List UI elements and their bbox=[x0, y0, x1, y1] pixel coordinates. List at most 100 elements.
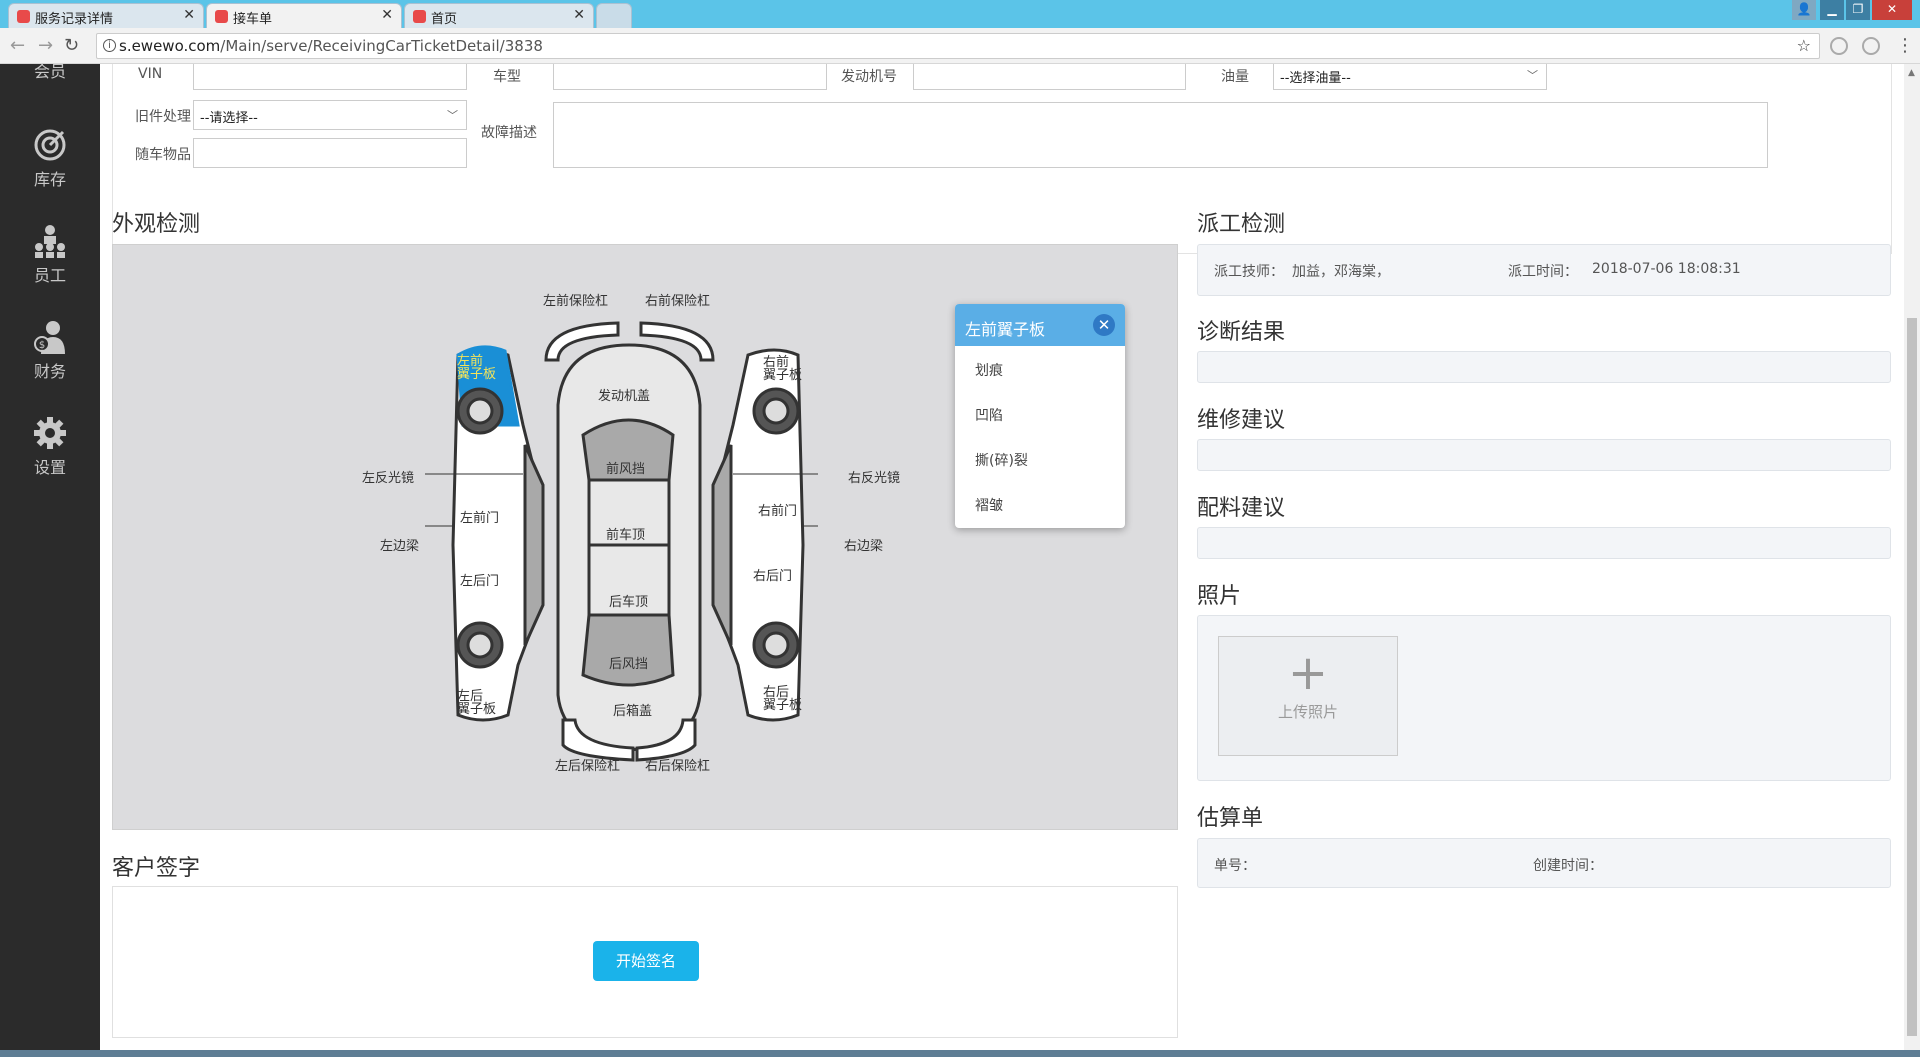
label-rear-roof[interactable]: 后车顶 bbox=[609, 591, 648, 610]
damage-option-scratch[interactable]: 划痕 bbox=[955, 346, 1125, 391]
fault-description-textarea[interactable] bbox=[553, 102, 1768, 168]
damage-option-wrinkle[interactable]: 褶皱 bbox=[955, 481, 1125, 526]
user-profile-icon[interactable]: 👤 bbox=[1792, 0, 1816, 20]
scroll-up-icon[interactable]: ▲ bbox=[1908, 68, 1915, 78]
tab-close-icon[interactable]: ✕ bbox=[183, 7, 195, 23]
svg-text:$: $ bbox=[39, 340, 45, 351]
tab-close-icon[interactable]: ✕ bbox=[573, 7, 585, 23]
close-window-button[interactable]: ✕ bbox=[1872, 0, 1912, 20]
site-favicon-icon bbox=[17, 10, 30, 23]
staff-icon bbox=[35, 225, 65, 258]
browser-menu-icon[interactable]: ⋮ bbox=[1896, 35, 1914, 56]
plus-icon: + bbox=[1287, 645, 1329, 701]
sidebar-item-settings[interactable]: 设置 bbox=[0, 416, 100, 478]
inventory-icon bbox=[34, 129, 66, 161]
label-rear-bumper-left[interactable]: 左后保险杠 bbox=[555, 755, 620, 774]
label-right-front-fender-line2[interactable]: 翼子板 bbox=[763, 364, 802, 383]
upload-photo-button[interactable]: + 上传照片 bbox=[1218, 636, 1398, 756]
url-input[interactable]: i s.ewewo.com/Main/serve/ReceivingCarTic… bbox=[96, 33, 1820, 59]
finance-icon: $ bbox=[34, 321, 65, 354]
address-bar: ← → ↻ i s.ewewo.com/Main/serve/Receiving… bbox=[0, 28, 1920, 64]
extension-icon[interactable] bbox=[1830, 37, 1848, 55]
old-parts-label: 旧件处理 bbox=[135, 109, 191, 125]
model-label: 车型 bbox=[493, 69, 521, 85]
info-icon[interactable]: i bbox=[103, 39, 116, 52]
reload-icon[interactable]: ↻ bbox=[64, 35, 79, 56]
dispatch-time-label: 派工时间： bbox=[1508, 264, 1578, 280]
tab-service-record[interactable]: 服务记录详情 ✕ bbox=[8, 3, 204, 28]
url-host: s.ewewo.com bbox=[119, 37, 221, 55]
main-content: VIN 车型 发动机号 油量 --选择油量-- ﹀ 旧件处理 --请选择-- ﹀… bbox=[100, 64, 1904, 1050]
start-signature-button[interactable]: 开始签名 bbox=[593, 941, 699, 981]
label-front-roof[interactable]: 前车顶 bbox=[606, 524, 645, 543]
label-right-sill[interactable]: 右边梁 bbox=[844, 535, 883, 554]
car-items-input[interactable] bbox=[193, 138, 467, 168]
page-scrollbar[interactable]: ▲ bbox=[1904, 64, 1920, 1050]
damage-option-dent[interactable]: 凹陷 bbox=[955, 391, 1125, 436]
sidebar-item-label: 会员 bbox=[33, 62, 66, 81]
estimate-box: 单号： 创建时间： bbox=[1197, 838, 1891, 888]
upload-photo-label: 上传照片 bbox=[1277, 703, 1338, 721]
tab-close-icon[interactable]: ✕ bbox=[381, 7, 393, 23]
label-trunk[interactable]: 后箱盖 bbox=[613, 700, 652, 719]
engine-label: 发动机号 bbox=[841, 69, 897, 85]
photos-title: 照片 bbox=[1197, 584, 1242, 609]
parts-advice-box[interactable] bbox=[1197, 527, 1891, 559]
extension-icon[interactable] bbox=[1862, 37, 1880, 55]
fuel-select[interactable]: --选择油量-- ﹀ bbox=[1273, 64, 1547, 90]
parts-advice-title: 配料建议 bbox=[1197, 496, 1286, 521]
engine-number-input[interactable] bbox=[913, 64, 1186, 90]
label-rear-bumper-right[interactable]: 右后保险杠 bbox=[645, 755, 710, 774]
label-hood[interactable]: 发动机盖 bbox=[598, 385, 650, 404]
tech-value: 加益，邓海棠， bbox=[1292, 264, 1390, 280]
sidebar-item-inventory[interactable]: 库存 bbox=[0, 128, 100, 190]
estimate-no-label: 单号： bbox=[1214, 858, 1256, 874]
close-icon[interactable]: ✕ bbox=[1093, 314, 1115, 336]
fuel-select-value: --选择油量-- bbox=[1280, 71, 1351, 86]
label-right-rear-door[interactable]: 右后门 bbox=[753, 565, 792, 584]
right-windows bbox=[711, 444, 733, 646]
label-left-rear-door[interactable]: 左后门 bbox=[460, 570, 499, 589]
rear-windshield-part[interactable] bbox=[581, 613, 675, 687]
label-left-mirror[interactable]: 左反光镜 bbox=[362, 467, 414, 486]
tab-home[interactable]: 首页 ✕ bbox=[404, 3, 594, 28]
bookmark-star-icon[interactable]: ☆ bbox=[1797, 36, 1811, 55]
forward-arrow-icon[interactable]: → bbox=[38, 35, 53, 56]
repair-title: 维修建议 bbox=[1197, 408, 1286, 433]
label-left-front-fender-line2[interactable]: 翼子板 bbox=[457, 363, 496, 382]
new-tab-button[interactable] bbox=[596, 3, 632, 28]
label-front-bumper-left[interactable]: 左前保险杠 bbox=[543, 290, 608, 309]
dispatch-box: 派工技师： 加益，邓海棠， 派工时间： 2018-07-06 18:08:31 bbox=[1197, 244, 1891, 296]
label-right-rear-fender-line2[interactable]: 翼子板 bbox=[763, 694, 802, 713]
scrollbar-thumb[interactable] bbox=[1907, 318, 1917, 1036]
label-windshield[interactable]: 前风挡 bbox=[606, 458, 645, 477]
sidebar-item-label: 财务 bbox=[33, 362, 66, 381]
label-left-front-door[interactable]: 左前门 bbox=[460, 507, 499, 526]
label-right-front-door[interactable]: 右前门 bbox=[758, 500, 797, 519]
restore-button[interactable]: ❐ bbox=[1846, 0, 1870, 20]
diagnosis-box[interactable] bbox=[1197, 351, 1891, 383]
sidebar-item-staff[interactable]: 员工 bbox=[0, 224, 100, 286]
sidebar-item-label: 员工 bbox=[33, 266, 66, 285]
damage-option-tear[interactable]: 撕(碎)裂 bbox=[955, 436, 1125, 481]
popup-title: 左前翼子板 bbox=[965, 320, 1046, 339]
label-front-bumper-right[interactable]: 右前保险杠 bbox=[645, 290, 710, 309]
vin-input[interactable] bbox=[193, 64, 467, 90]
diagnosis-title: 诊断结果 bbox=[1197, 320, 1286, 345]
tab-receiving-ticket[interactable]: 接车单 ✕ bbox=[206, 3, 402, 28]
sidebar-item-member[interactable]: 会员 bbox=[0, 58, 100, 82]
vehicle-info-form: VIN 车型 发动机号 油量 --选择油量-- ﹀ 旧件处理 --请选择-- ﹀… bbox=[112, 64, 1892, 254]
site-favicon-icon bbox=[215, 10, 228, 23]
old-parts-select[interactable]: --请选择-- ﹀ bbox=[193, 100, 467, 130]
left-windows bbox=[523, 444, 545, 646]
sidebar-item-finance[interactable]: $ 财务 bbox=[0, 320, 100, 382]
minimize-button[interactable]: ▁ bbox=[1820, 0, 1844, 20]
back-arrow-icon[interactable]: ← bbox=[10, 35, 25, 56]
repair-box[interactable] bbox=[1197, 439, 1891, 471]
label-left-sill[interactable]: 左边梁 bbox=[380, 535, 419, 554]
model-input[interactable] bbox=[553, 64, 827, 90]
label-left-rear-fender-line2[interactable]: 翼子板 bbox=[457, 698, 496, 717]
label-rear-windshield[interactable]: 后风挡 bbox=[609, 653, 648, 672]
label-right-mirror[interactable]: 右反光镜 bbox=[848, 467, 900, 486]
photos-box: + 上传照片 bbox=[1197, 615, 1891, 781]
